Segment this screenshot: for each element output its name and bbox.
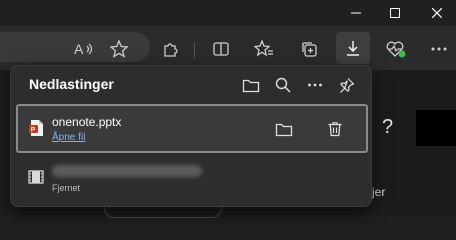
folder-icon bbox=[242, 79, 260, 93]
maximize-icon bbox=[390, 8, 400, 18]
minimize-button[interactable] bbox=[337, 0, 375, 26]
open-file-link[interactable]: Åpne fil bbox=[52, 132, 85, 143]
read-aloud-icon: A bbox=[74, 41, 93, 57]
blurred-file-name bbox=[52, 165, 202, 177]
heart-pulse-icon bbox=[386, 41, 406, 58]
close-button[interactable] bbox=[418, 0, 456, 26]
video-file-icon bbox=[28, 170, 44, 184]
read-aloud-button[interactable]: A bbox=[70, 36, 96, 62]
title-bar bbox=[0, 0, 456, 26]
minimize-icon bbox=[351, 12, 361, 14]
download-item-removed[interactable]: Fjernet bbox=[16, 158, 368, 202]
puzzle-icon bbox=[164, 43, 178, 57]
downloads-title: Nedlastinger bbox=[29, 76, 114, 92]
downloads-panel: Nedlastinger P onenote.pptx Åpne fil Fje… bbox=[10, 65, 372, 207]
powerpoint-icon: P bbox=[29, 120, 43, 136]
delete-file-button[interactable] bbox=[323, 117, 347, 141]
close-icon bbox=[432, 8, 442, 18]
pin-icon bbox=[340, 78, 355, 93]
split-screen-icon bbox=[213, 42, 229, 56]
downloads-more-button[interactable] bbox=[303, 73, 327, 97]
file-name: onenote.pptx bbox=[52, 115, 122, 129]
help-glyph[interactable]: ? bbox=[382, 116, 393, 139]
svg-text:P: P bbox=[31, 127, 36, 134]
open-folder-icon bbox=[275, 123, 293, 137]
page-partial-text: jer bbox=[372, 185, 386, 199]
browser-essentials-button[interactable] bbox=[383, 36, 409, 62]
more-icon bbox=[308, 83, 322, 87]
extensions-button[interactable] bbox=[158, 36, 184, 62]
page-image bbox=[416, 110, 456, 146]
settings-more-button[interactable] bbox=[426, 36, 452, 62]
favorite-star-button[interactable] bbox=[106, 36, 132, 62]
delete-icon bbox=[328, 122, 342, 137]
star-icon bbox=[110, 40, 128, 58]
show-in-folder-button[interactable] bbox=[272, 117, 296, 141]
download-item[interactable]: P onenote.pptx Åpne fil bbox=[16, 104, 368, 153]
download-status: Fjernet bbox=[52, 183, 81, 193]
favorites-list-icon bbox=[254, 40, 273, 57]
toolbar-divider bbox=[194, 42, 195, 58]
svg-text:A: A bbox=[74, 41, 84, 57]
split-screen-button[interactable] bbox=[208, 36, 234, 62]
search-icon bbox=[275, 77, 291, 93]
download-icon bbox=[347, 41, 359, 56]
downloads-button[interactable] bbox=[336, 32, 370, 64]
browser-toolbar: A bbox=[0, 26, 456, 70]
open-downloads-folder-button[interactable] bbox=[239, 73, 263, 97]
more-icon bbox=[431, 47, 447, 51]
search-downloads-button[interactable] bbox=[271, 73, 295, 97]
collections-icon bbox=[302, 42, 317, 57]
collections-button[interactable] bbox=[296, 36, 322, 62]
pin-downloads-button[interactable] bbox=[335, 73, 359, 97]
maximize-button[interactable] bbox=[376, 0, 414, 26]
favorites-button[interactable] bbox=[251, 36, 277, 62]
